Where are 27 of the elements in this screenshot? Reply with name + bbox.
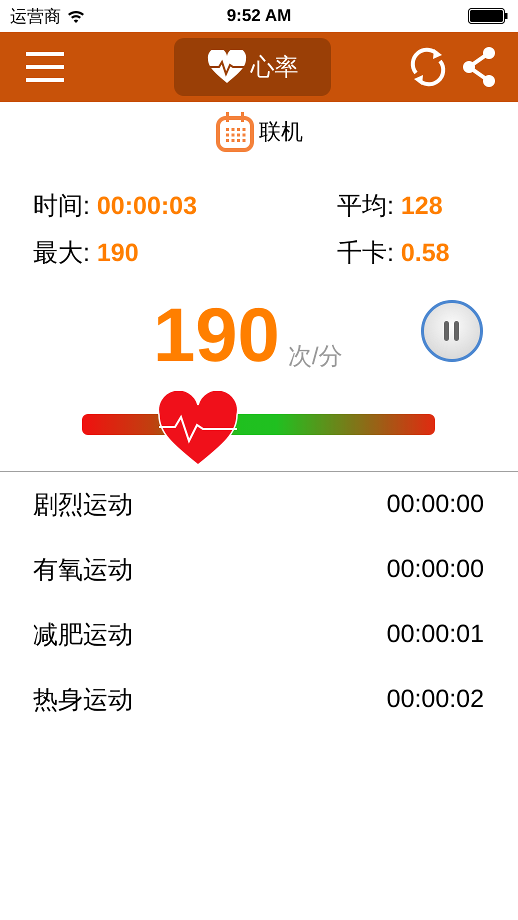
share-icon[interactable] xyxy=(462,46,496,88)
zone-duration: 00:00:02 xyxy=(386,685,484,714)
zone-name: 热身运动 xyxy=(33,685,133,716)
wifi-icon xyxy=(67,9,85,23)
heartbeat-icon xyxy=(206,50,246,84)
zone-duration: 00:00:00 xyxy=(386,490,484,519)
stat-text: 最大: 190 xyxy=(33,238,140,269)
pause-icon xyxy=(443,320,461,342)
stat-text: 千卡: 0.58 xyxy=(337,238,451,269)
heart-rate-value: 190 xyxy=(153,298,280,374)
zone-duration: 00:00:01 xyxy=(386,620,484,649)
status-time: 9:52 AM xyxy=(226,6,292,26)
title-button[interactable]: 心率 xyxy=(174,38,331,96)
heart-slider-thumb[interactable] xyxy=(157,391,240,467)
calendar-icon xyxy=(215,110,257,154)
stat-text: 时间: 00:00:03 xyxy=(33,191,198,222)
zone-duration: 00:00:00 xyxy=(386,555,484,584)
zone-name: 减肥运动 xyxy=(33,620,133,651)
connection-status: 联机 xyxy=(259,118,303,146)
refresh-icon[interactable] xyxy=(408,47,448,87)
zone-name: 有氧运动 xyxy=(33,555,133,586)
battery-icon xyxy=(468,8,508,24)
carrier-name: 运营商 xyxy=(10,6,61,28)
menu-icon[interactable] xyxy=(26,52,64,82)
stat-text: 平均: 128 xyxy=(337,191,444,222)
heart-rate-unit: 次/分 xyxy=(288,342,342,372)
zone-name: 剧烈运动 xyxy=(33,490,133,521)
